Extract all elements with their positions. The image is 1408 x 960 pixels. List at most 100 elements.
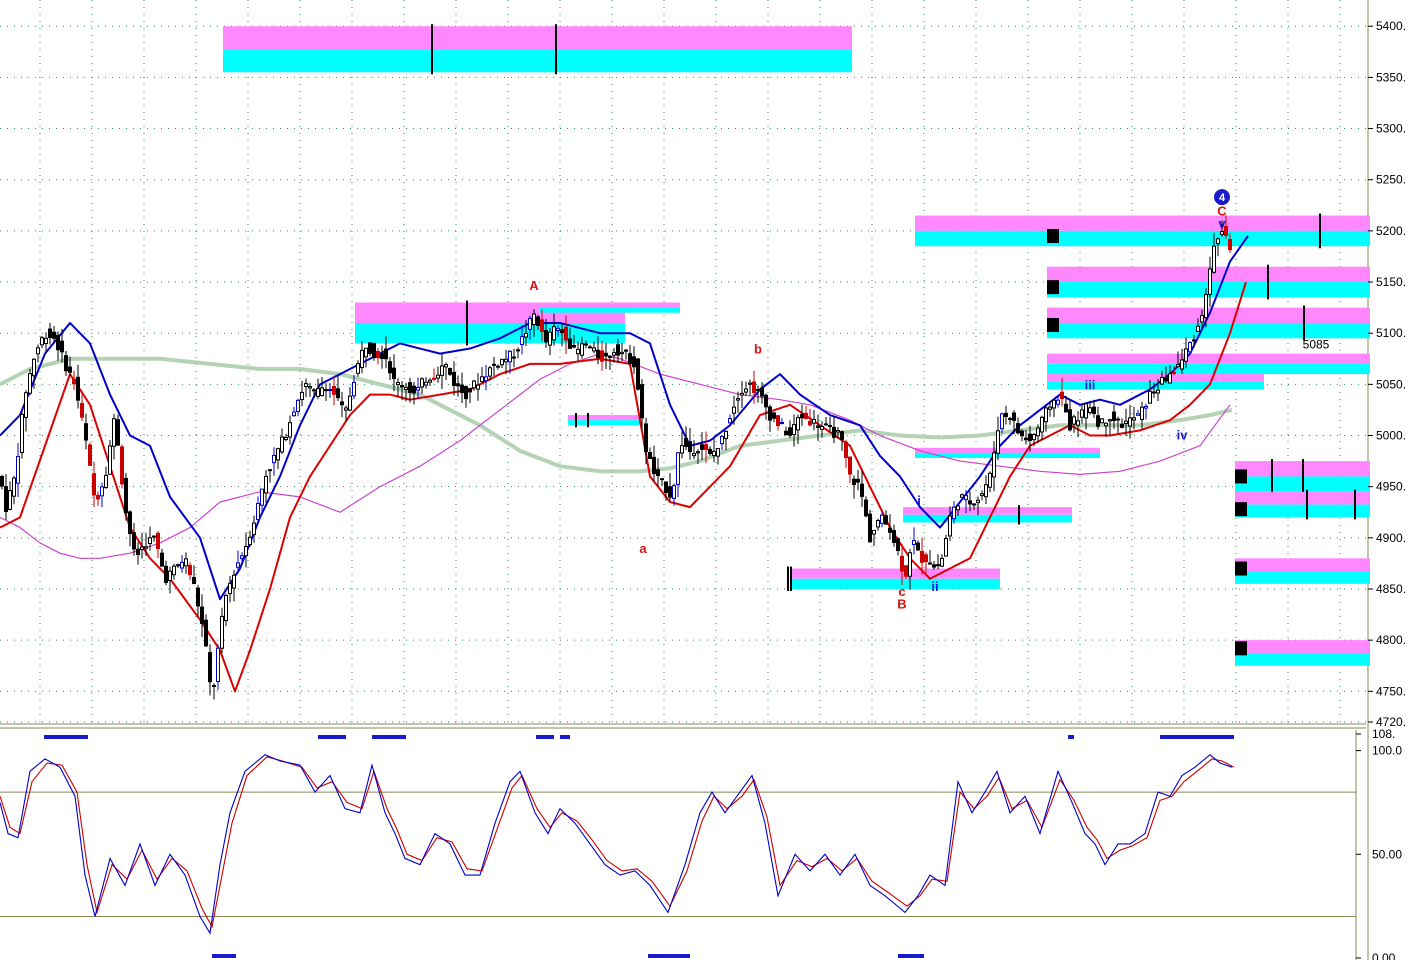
candle-body xyxy=(1032,434,1036,441)
candle-body xyxy=(640,384,644,419)
candle-body xyxy=(184,558,188,567)
candle-body xyxy=(584,343,588,346)
candle-body xyxy=(844,441,848,459)
candle-body xyxy=(164,565,168,583)
candle-body xyxy=(16,455,20,484)
candle-body xyxy=(1080,409,1084,418)
candle-body xyxy=(8,490,12,510)
candle-body xyxy=(292,411,296,417)
price-axis-tick-label: 4750. xyxy=(1376,684,1406,698)
candle-body xyxy=(404,386,408,390)
candle-body xyxy=(280,436,284,453)
candle-body xyxy=(816,425,820,429)
candle-body xyxy=(364,347,368,358)
candle-body xyxy=(724,430,728,440)
candle-body xyxy=(988,472,992,488)
candle-body xyxy=(188,564,192,576)
candle-body xyxy=(932,564,936,568)
candle-body xyxy=(840,431,844,440)
candle-body xyxy=(572,345,576,348)
candle-body xyxy=(256,502,260,521)
candle-body xyxy=(180,561,184,569)
candle-body xyxy=(504,358,508,363)
candle-body xyxy=(536,316,540,326)
candle-body xyxy=(332,386,336,395)
candle-body xyxy=(848,456,852,475)
wave-label: 5085 xyxy=(1303,338,1330,352)
candle-body xyxy=(580,343,584,356)
candle-body xyxy=(412,385,416,394)
candle-body xyxy=(772,412,776,419)
wave-circle-label: 4 xyxy=(1219,192,1226,204)
candle-body xyxy=(1116,418,1120,421)
candle-body xyxy=(316,388,320,397)
candle-body xyxy=(560,329,564,334)
candle-body xyxy=(664,481,668,493)
price-axis-tick-label: 5150. xyxy=(1376,275,1406,289)
candle-body xyxy=(624,349,628,352)
price-axis-tick-label: 4950. xyxy=(1376,480,1406,494)
candle-body xyxy=(1088,407,1092,414)
price-axis-tick-label: 5350. xyxy=(1376,70,1406,84)
candle-body xyxy=(616,344,620,356)
candle-body xyxy=(1172,371,1176,374)
candle-body xyxy=(488,367,492,377)
candle-body xyxy=(556,327,560,331)
candle-body xyxy=(1132,417,1136,421)
candle-body xyxy=(780,421,784,424)
candle-body xyxy=(432,377,436,380)
candle-body xyxy=(492,363,496,366)
candle-body xyxy=(384,348,388,360)
candle-body xyxy=(28,373,32,394)
candle-body xyxy=(920,550,924,563)
candle-body xyxy=(212,685,216,688)
candle-body xyxy=(476,384,480,390)
candle-body xyxy=(912,539,916,546)
candle-body xyxy=(1092,406,1096,415)
candle-body xyxy=(1060,391,1064,400)
candle-body xyxy=(36,347,40,355)
zone-square-marker xyxy=(1235,502,1247,517)
candle-body xyxy=(1112,411,1116,422)
candle-body xyxy=(736,398,740,401)
candle-body xyxy=(568,338,572,349)
price-axis-tick-label: 4900. xyxy=(1376,531,1406,545)
candle-body xyxy=(380,353,384,359)
candle-body xyxy=(32,358,36,377)
candle-body xyxy=(516,349,520,352)
candle-body xyxy=(112,418,116,447)
candle-body xyxy=(1072,416,1076,425)
candle-body xyxy=(120,446,124,485)
candle-body xyxy=(1176,364,1180,368)
candle-body xyxy=(1012,412,1016,421)
price-axis-tick-label: 5400. xyxy=(1376,19,1406,33)
candle-body xyxy=(796,417,800,431)
candle-body xyxy=(740,392,744,396)
candle-body xyxy=(224,594,228,622)
zone-magenta-band xyxy=(1235,640,1370,653)
candle-body xyxy=(700,444,704,450)
candle-body xyxy=(728,418,732,424)
candle-body xyxy=(88,444,92,466)
candle-body xyxy=(300,391,304,401)
candle-body xyxy=(468,388,472,393)
candle-body xyxy=(1104,422,1108,427)
candle-body xyxy=(860,483,864,497)
candle-body xyxy=(1100,418,1104,424)
candle-body xyxy=(756,389,760,392)
candle-body xyxy=(704,444,708,450)
candle-body xyxy=(784,430,788,436)
candle-body xyxy=(324,389,328,392)
zone-magenta-band xyxy=(1047,374,1264,382)
candle-body xyxy=(48,328,52,339)
zone-magenta-band xyxy=(223,26,852,50)
candle-body xyxy=(24,392,28,418)
candle-body xyxy=(944,537,948,557)
candle-body xyxy=(892,530,896,543)
candle-body xyxy=(716,448,720,457)
candle-body xyxy=(416,386,420,391)
candle-body xyxy=(372,342,376,359)
candle-body xyxy=(692,453,696,457)
candle-body xyxy=(168,570,172,581)
candle-body xyxy=(600,350,604,362)
